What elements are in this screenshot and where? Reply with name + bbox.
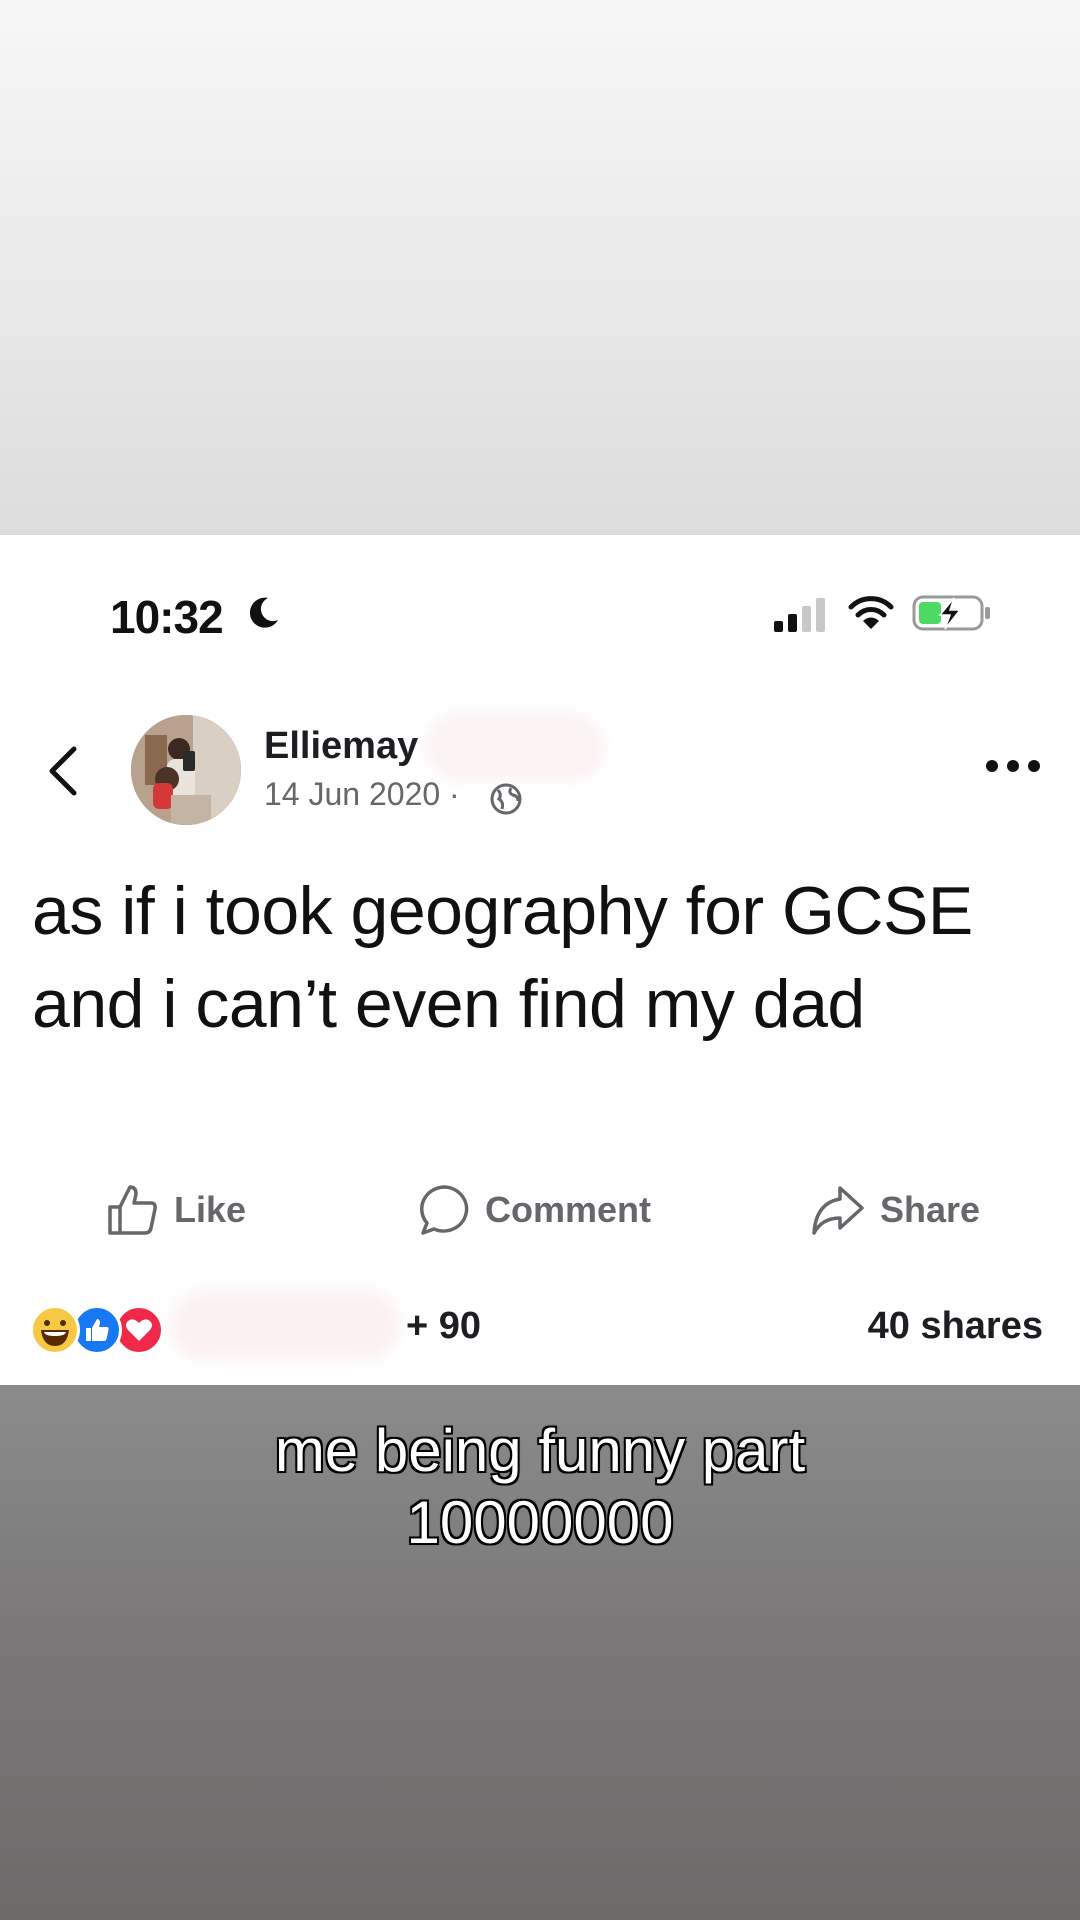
share-button[interactable]: Share bbox=[810, 1180, 980, 1240]
reaction-icons[interactable] bbox=[30, 1305, 170, 1359]
moon-icon bbox=[249, 597, 278, 628]
comment-bubble-icon bbox=[419, 1185, 469, 1235]
caption-line-2: 10000000 bbox=[406, 1488, 675, 1557]
avatar-photo bbox=[131, 715, 241, 825]
redacted-name-blur bbox=[425, 713, 605, 781]
comment-label: Comment bbox=[485, 1189, 652, 1230]
battery-charging-icon bbox=[912, 595, 990, 631]
more-options-icon[interactable] bbox=[985, 758, 1041, 774]
caption-line-1: me being funny part bbox=[274, 1416, 806, 1485]
post-screenshot-card: 10:32 Elliemay 14 Jun 2020 · as if i too… bbox=[0, 535, 1080, 1385]
status-time: 10:32 bbox=[110, 591, 224, 643]
share-arrow-icon bbox=[812, 1186, 864, 1235]
haha-reaction-icon bbox=[30, 1305, 80, 1355]
share-label: Share bbox=[880, 1189, 981, 1230]
video-caption: me being funny part 10000000 bbox=[0, 1415, 1080, 1559]
back-chevron-icon[interactable] bbox=[44, 743, 84, 799]
post-date: 14 Jun 2020 · bbox=[264, 776, 460, 812]
comment-button[interactable]: Comment bbox=[417, 1180, 651, 1240]
redacted-reactor-names-blur bbox=[170, 1290, 400, 1360]
post-text: as if i took geography for GCSE and i ca… bbox=[32, 873, 973, 1042]
wifi-icon bbox=[848, 596, 894, 629]
author-name[interactable]: Elliemay bbox=[264, 725, 418, 768]
like-label: Like bbox=[174, 1189, 247, 1230]
share-count[interactable]: 40 shares bbox=[868, 1305, 1043, 1348]
avatar[interactable] bbox=[131, 715, 241, 825]
thumbs-up-icon bbox=[108, 1185, 157, 1235]
reaction-count[interactable]: + 90 bbox=[406, 1305, 481, 1348]
like-button[interactable]: Like bbox=[106, 1180, 246, 1240]
background-top bbox=[0, 0, 1080, 535]
globe-icon bbox=[490, 783, 522, 815]
signal-icon bbox=[774, 598, 825, 632]
